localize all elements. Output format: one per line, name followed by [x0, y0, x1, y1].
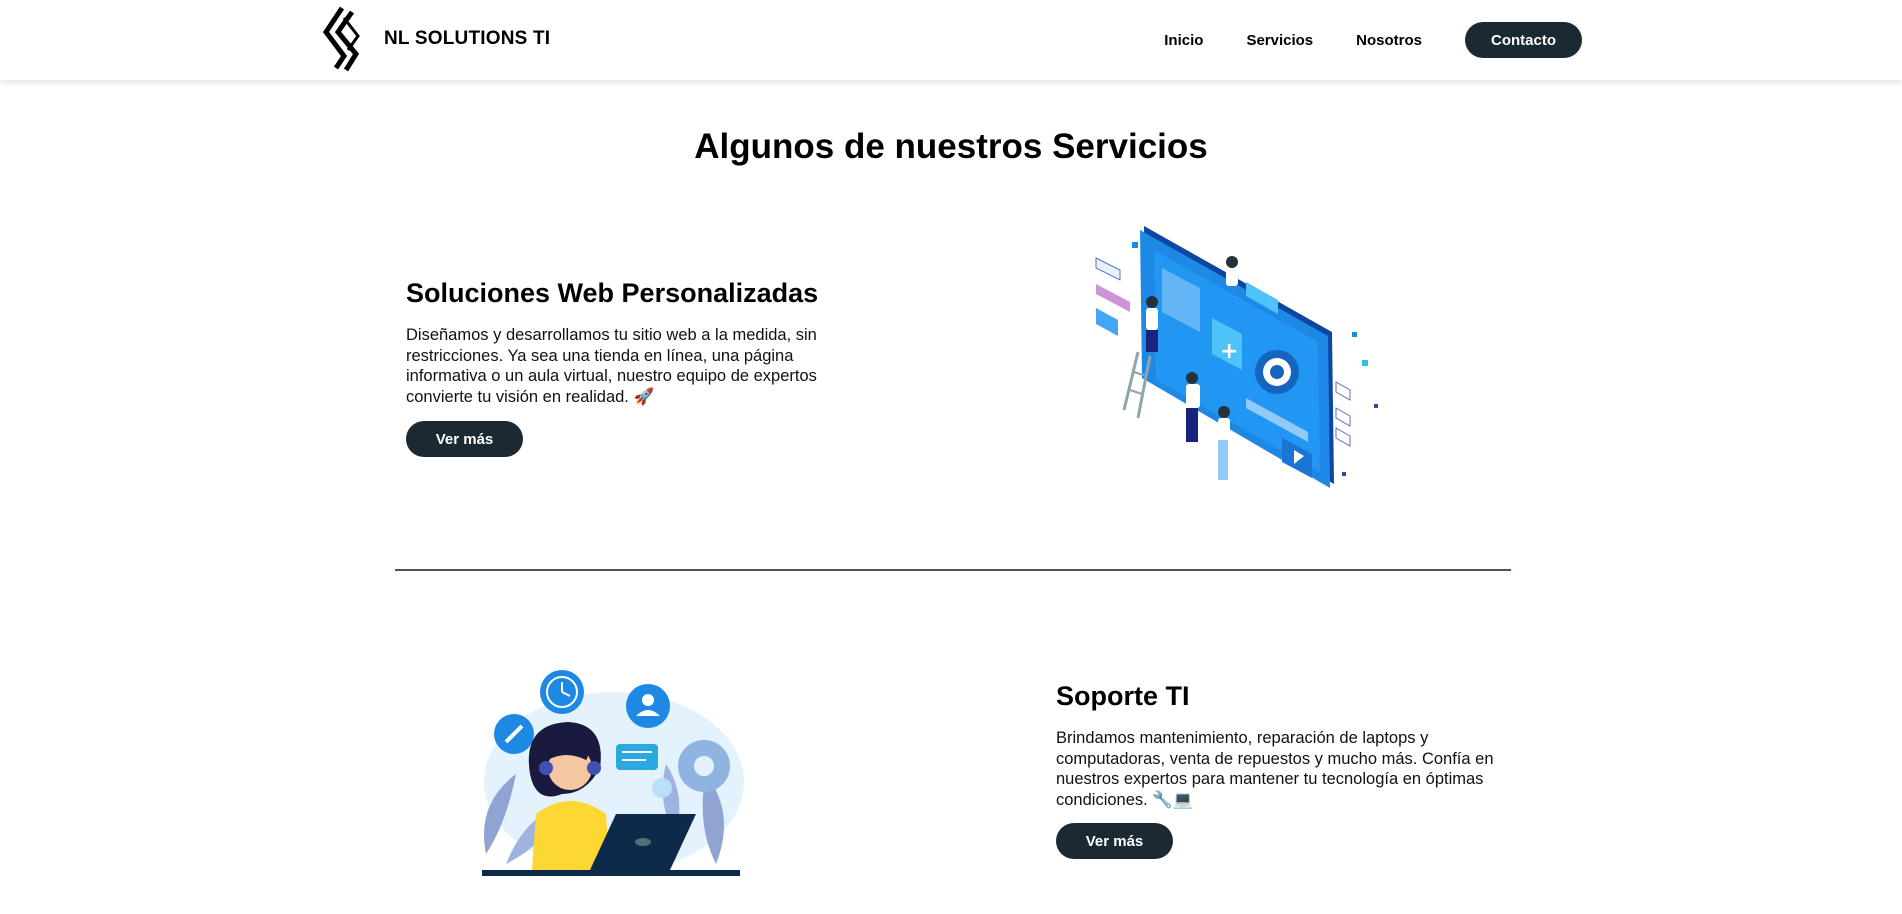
ver-mas-support-button[interactable]: Ver más — [1056, 823, 1173, 859]
nav-servicios[interactable]: Servicios — [1246, 32, 1313, 49]
logo-icon — [322, 6, 360, 72]
service-title-support: Soporte TI — [1056, 681, 1190, 711]
brand-logo[interactable]: NL SOLUTIONS TI — [322, 6, 550, 72]
web-development-illustration: + — [1095, 226, 1378, 488]
brand-name: NL SOLUTIONS TI — [384, 28, 551, 49]
service-title-web: Soluciones Web Personalizadas — [406, 278, 819, 308]
section-title: Algunos de nuestros Servicios — [694, 127, 1208, 166]
ver-mas-web-button[interactable]: Ver más — [406, 421, 523, 457]
main-nav: Inicio Servicios Nosotros Contacto — [1164, 22, 1582, 58]
svg-text:+: + — [1220, 339, 1238, 364]
service-description-support: Brindamos mantenimiento, reparación de l… — [1056, 729, 1494, 809]
nav-nosotros[interactable]: Nosotros — [1356, 32, 1422, 49]
nav-inicio[interactable]: Inicio — [1164, 32, 1203, 49]
it-support-illustration — [482, 670, 744, 876]
service-description-web: Diseñamos y desarrollamos tu sitio web a… — [406, 326, 817, 406]
site-header: NL SOLUTIONS TI Inicio Servicios Nosotro… — [0, 0, 1902, 80]
section-divider — [395, 569, 1511, 571]
contact-button[interactable]: Contacto — [1465, 22, 1582, 58]
